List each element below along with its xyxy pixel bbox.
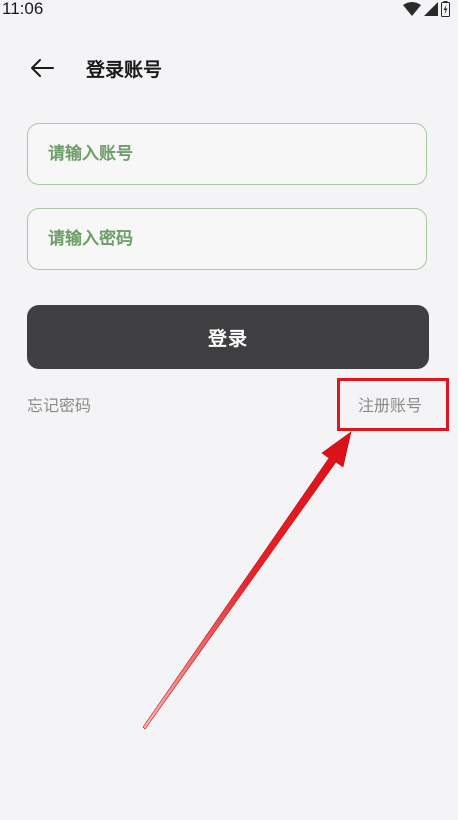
- forgot-password-link[interactable]: 忘记密码: [27, 392, 91, 416]
- status-bar: 11:06: [0, 0, 458, 22]
- page-title: 登录账号: [86, 59, 163, 81]
- password-field[interactable]: [27, 208, 427, 270]
- header: 登录账号: [0, 46, 458, 90]
- battery-charging-icon: [441, 1, 450, 17]
- wifi-icon: [403, 2, 421, 16]
- cellular-signal-icon: [424, 2, 438, 16]
- register-account-link[interactable]: 注册账号: [358, 392, 422, 416]
- login-button[interactable]: 登录: [27, 305, 429, 369]
- status-time: 11:06: [2, 0, 44, 18]
- password-input[interactable]: [48, 209, 408, 269]
- status-icons: [403, 1, 450, 17]
- arrow-left-icon[interactable]: [28, 54, 56, 82]
- account-input[interactable]: [48, 124, 408, 184]
- account-field[interactable]: [27, 123, 427, 185]
